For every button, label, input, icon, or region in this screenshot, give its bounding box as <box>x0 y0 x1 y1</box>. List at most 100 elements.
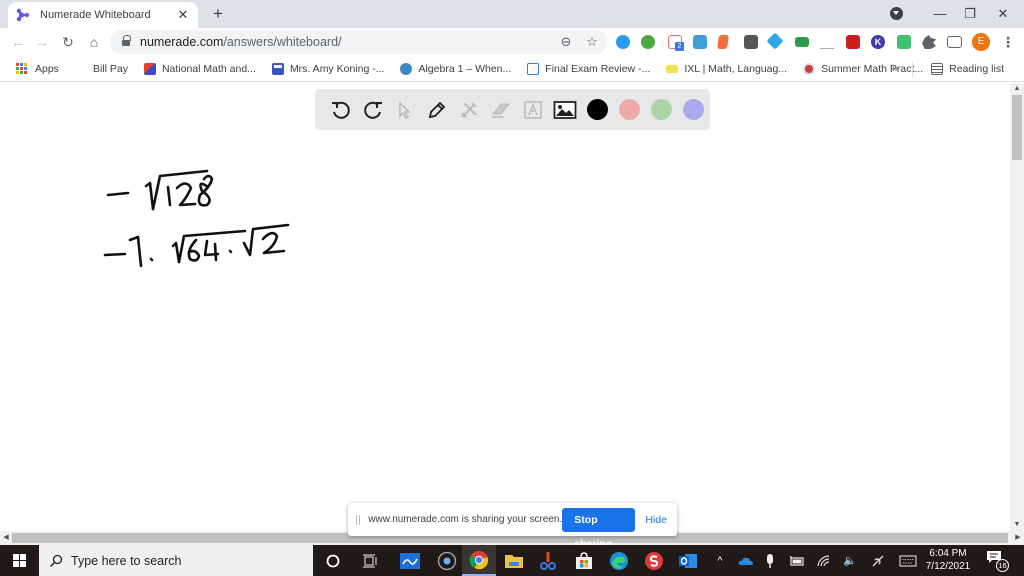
extension-orange-icon[interactable] <box>717 35 729 49</box>
bookmark-apps[interactable]: Apps <box>10 58 65 80</box>
vertical-scroll-thumb[interactable] <box>1012 95 1022 160</box>
bookmark-label: Algebra 1 – When... <box>418 62 512 75</box>
taskbar-search-box[interactable]: Type here to search <box>39 545 313 576</box>
undo-button[interactable] <box>325 94 357 126</box>
red-s-icon <box>645 551 663 570</box>
address-bar[interactable]: numerade.com/answers/whiteboard/ ⊖ ☆ <box>110 30 608 54</box>
extension-gray-icon[interactable] <box>744 35 758 49</box>
stop-sharing-button[interactable]: Stop sharing <box>562 507 636 550</box>
url-text[interactable]: numerade.com/answers/whiteboard/ <box>140 35 556 49</box>
cast-icon[interactable] <box>947 36 962 48</box>
chrome-menu-icon[interactable]: ⋮ <box>1000 32 1016 52</box>
whiteboard-canvas[interactable] <box>0 143 1010 531</box>
tab-numerade-whiteboard[interactable]: Numerade Whiteboard ✕ <box>8 2 198 28</box>
tab-search-icon[interactable] <box>890 7 903 20</box>
select-tool-button[interactable] <box>389 94 421 126</box>
extension-k-icon[interactable]: K <box>871 35 885 49</box>
profile-avatar[interactable]: E <box>972 33 990 51</box>
close-window-button[interactable]: ✕ <box>988 4 1018 24</box>
scroll-up-icon[interactable]: ▲ <box>1010 83 1024 95</box>
scroll-left-icon[interactable]: ◀ <box>0 531 12 545</box>
task-view-button[interactable] <box>353 545 387 576</box>
extensions-puzzle-icon[interactable] <box>922 35 936 49</box>
taskbar-snip-sketch[interactable] <box>531 545 565 576</box>
redo-button[interactable] <box>357 94 389 126</box>
taskbar-edge[interactable] <box>602 545 636 576</box>
extension-plus-icon[interactable] <box>641 35 655 49</box>
eraser-icon <box>491 103 511 118</box>
taskbar-chrome[interactable] <box>462 545 496 576</box>
back-button[interactable]: ← <box>8 32 28 52</box>
scroll-down-icon[interactable]: ▼ <box>1010 519 1024 531</box>
pen-tool-button[interactable] <box>421 94 453 126</box>
pen-icon <box>428 101 446 118</box>
wordpress-icon <box>400 62 413 75</box>
notification-count-badge: 16 <box>996 559 1009 572</box>
color-swatch-pink[interactable] <box>618 99 640 120</box>
extension-tag-icon[interactable]: 2 <box>668 35 684 51</box>
taskbar-whiteboard-app[interactable] <box>393 545 427 576</box>
taskbar-file-explorer[interactable] <box>497 545 531 576</box>
restore-button[interactable]: ❐ <box>955 4 985 24</box>
whiteboard-app-icon <box>400 552 420 569</box>
extension-cast-green-icon[interactable] <box>795 37 809 47</box>
eraser-tool-button[interactable] <box>485 94 517 126</box>
text-tool-button[interactable] <box>517 94 549 126</box>
taskbar-store[interactable] <box>567 545 601 576</box>
start-button[interactable] <box>0 545 38 576</box>
extension-diamond-icon[interactable] <box>766 32 784 50</box>
bookmark-label: IXL | Math, Languag... <box>684 62 788 75</box>
lock-icon[interactable] <box>122 34 131 47</box>
taskbar-media-app[interactable] <box>430 545 464 576</box>
bookmarks-overflow-button[interactable]: » <box>892 63 898 75</box>
outlook-icon <box>679 553 697 568</box>
drag-handle[interactable] <box>356 514 361 525</box>
handwriting-line-2 <box>103 223 290 268</box>
taskbar-outlook[interactable] <box>671 545 705 576</box>
bookmark-national-math[interactable]: National Math and... <box>138 58 262 80</box>
bookmark-final-exam-review[interactable]: Final Exam Review -... <box>521 58 656 80</box>
extension-pdf-icon[interactable] <box>846 35 860 49</box>
bookmark-algebra-1[interactable]: Algebra 1 – When... <box>394 58 517 80</box>
system-clock[interactable]: 6:04 PM 7/12/2021 <box>918 547 978 573</box>
new-tab-button[interactable]: + <box>208 4 228 24</box>
hide-button[interactable]: Hide <box>645 514 667 526</box>
scroll-right-icon[interactable]: ▶ <box>1012 531 1024 545</box>
microphone-icon[interactable] <box>762 545 778 576</box>
battery-icon[interactable] <box>786 545 808 576</box>
extension-screenshot-icon[interactable] <box>693 35 707 49</box>
cortana-button[interactable] <box>316 545 350 576</box>
bookmark-label: Bill Pay <box>92 62 128 75</box>
color-swatch-green[interactable] <box>650 99 672 120</box>
extension-light-icon[interactable] <box>820 35 834 49</box>
home-button[interactable]: ⌂ <box>84 32 104 52</box>
wifi-icon[interactable] <box>814 545 834 576</box>
clock-time: 6:04 PM <box>929 548 967 559</box>
zoom-icon[interactable]: ⊖ <box>556 34 576 50</box>
show-hidden-icons-button[interactable]: ^ <box>712 545 728 576</box>
shapes-tool-button[interactable] <box>453 94 485 126</box>
tab-close-icon[interactable]: ✕ <box>176 7 190 23</box>
forward-button[interactable]: → <box>32 32 52 52</box>
extension-green-face-icon[interactable] <box>897 35 911 49</box>
bookmark-ixl[interactable]: IXL | Math, Languag... <box>660 58 793 80</box>
touch-keyboard-icon[interactable] <box>896 545 920 576</box>
bookmark-bill-pay[interactable]: Bill Pay <box>87 58 134 80</box>
volume-icon[interactable]: 🔈 <box>840 545 860 576</box>
minimize-button[interactable]: — <box>925 4 955 24</box>
image-tool-button[interactable] <box>549 94 581 126</box>
color-swatch-black[interactable] <box>586 99 608 120</box>
extension-compass-icon[interactable] <box>616 35 630 49</box>
taskbar-red-app[interactable] <box>637 545 671 576</box>
reload-button[interactable]: ↻ <box>58 32 78 52</box>
whiteboard-toolbar <box>315 89 710 130</box>
media-app-icon <box>437 551 457 570</box>
bookmark-star-icon[interactable]: ☆ <box>582 34 602 50</box>
bookmark-mrs-amy-koning[interactable]: Mrs. Amy Koning -... <box>266 58 391 80</box>
pen-workspace-icon[interactable] <box>868 545 888 576</box>
action-center-button[interactable]: 16 <box>986 550 1009 572</box>
reading-list-button[interactable]: Reading list <box>925 58 1010 80</box>
onedrive-icon[interactable] <box>736 545 756 576</box>
vertical-scrollbar[interactable]: ▲ ▼ <box>1010 83 1024 531</box>
color-swatch-lavender[interactable] <box>682 99 704 120</box>
